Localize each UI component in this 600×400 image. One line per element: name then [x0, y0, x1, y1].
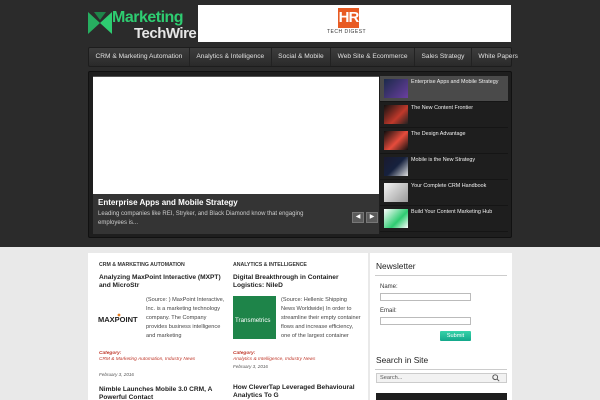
- category-heading: CRM & MARKETING AUTOMATION: [99, 262, 185, 268]
- thumb-image: [384, 131, 408, 150]
- post-title[interactable]: Analyzing MaxPoint Interactive (MXPT) an…: [99, 274, 224, 290]
- slider-thumb[interactable]: Your Complete CRM Handbook: [380, 180, 508, 206]
- email-label: Email:: [380, 308, 397, 314]
- thumb-label: Your Complete CRM Handbook: [411, 183, 487, 189]
- search-heading: Search in Site: [376, 355, 429, 365]
- slider-thumb[interactable]: Enterprise Apps and Mobile Strategy: [380, 76, 508, 102]
- post-title[interactable]: Nimble Launches Mobile 3.0 CRM, A Powerf…: [99, 386, 224, 400]
- thumb-label: Build Your Content Marketing Hub: [411, 209, 493, 215]
- post-categories[interactable]: Analytics & Intelligence, Industry News: [233, 357, 315, 362]
- sidebar-widget-preview: [376, 393, 507, 400]
- email-field[interactable]: [380, 317, 471, 325]
- logo-mark-icon: [88, 12, 112, 34]
- post-categories[interactable]: CRM & Marketing Automation, Industry New…: [99, 357, 195, 362]
- post-title[interactable]: Digital Breakthrough in Container Logist…: [233, 274, 358, 290]
- slide-image[interactable]: Enterprise Apps and Mobile Strategy Lead…: [93, 76, 379, 234]
- slider-thumb[interactable]: Build Your Content Marketing Hub: [380, 206, 508, 232]
- post-thumbnail[interactable]: MAXPOINT: [98, 296, 141, 339]
- maxpoint-logo-icon: MAXPOINT: [98, 313, 138, 324]
- banner-subtitle: TECH DIGEST: [327, 29, 367, 35]
- post-date: February 3, 2016: [99, 372, 134, 377]
- nav-analytics-intelligence[interactable]: Analytics & Intelligence: [190, 48, 272, 66]
- nav-social-mobile[interactable]: Social & Mobile: [272, 48, 332, 66]
- logo-line2: TechWire: [134, 25, 197, 42]
- newsletter-heading: Newsletter: [376, 261, 416, 271]
- search-icon[interactable]: [492, 374, 500, 382]
- thumb-image: [384, 79, 408, 98]
- featured-slider: Enterprise Apps and Mobile Strategy Lead…: [88, 71, 512, 238]
- post-category-label: Category:: [233, 351, 256, 356]
- category-columns: CRM & MARKETING AUTOMATION Analyzing Max…: [88, 253, 368, 400]
- thumb-label: Enterprise Apps and Mobile Strategy: [411, 79, 499, 85]
- slider-thumb[interactable]: Mobile is the New Strategy: [380, 154, 508, 180]
- nav-white-papers[interactable]: White Papers: [472, 48, 525, 66]
- post-excerpt: (Source: ) MaxPoint Interactive, Inc. is…: [146, 297, 225, 339]
- nav-crm-marketing-automation[interactable]: CRM & Marketing Automation: [89, 48, 190, 66]
- thumb-image: [384, 209, 408, 228]
- category-heading: ANALYTICS & INTELLIGENCE: [233, 262, 307, 268]
- thumb-image: [384, 157, 408, 176]
- nav-sales-strategy[interactable]: Sales Strategy: [415, 48, 472, 66]
- maxpoint-logo-text: MAXPOINT: [98, 315, 138, 324]
- banner-ad[interactable]: HR TECH DIGEST: [198, 5, 511, 42]
- name-label: Name:: [380, 284, 398, 290]
- divider: [375, 275, 507, 276]
- search-input[interactable]: Search...: [376, 373, 507, 383]
- slide-title[interactable]: Enterprise Apps and Mobile Strategy: [98, 198, 238, 207]
- nav-web-site-ecommerce[interactable]: Web Site & Ecommerce: [331, 48, 415, 66]
- post-date: February 3, 2016: [233, 364, 268, 369]
- slide-caption: Enterprise Apps and Mobile Strategy Lead…: [93, 194, 379, 234]
- transmetrics-logo-icon: Transmetrics: [235, 317, 271, 324]
- slide-description: Leading companies like REI, Stryker, and…: [98, 211, 304, 226]
- post-thumbnail[interactable]: Transmetrics: [233, 296, 276, 339]
- slider-next-button[interactable]: ▶: [366, 212, 378, 223]
- transmetrics-logo-text: Transmetrics: [235, 317, 271, 324]
- post-category-label: Category:: [99, 351, 122, 356]
- thumb-label: The New Content Frontier: [411, 105, 474, 111]
- sidebar: Newsletter Name: Email: Submit Search in…: [370, 253, 512, 400]
- banner-mark: HR: [338, 8, 359, 28]
- slider-thumb[interactable]: The New Content Frontier: [380, 102, 508, 128]
- divider: [375, 369, 507, 370]
- post-excerpt: (Source: Hellenic Shipping News Worldwid…: [281, 297, 361, 339]
- thumb-image: [384, 105, 408, 124]
- thumb-label: The Design Advantage: [411, 131, 466, 137]
- thumb-label: Mobile is the New Strategy: [411, 157, 476, 163]
- site-logo[interactable]: Marketing TechWire: [88, 8, 197, 42]
- main-nav: CRM & Marketing Automation Analytics & I…: [88, 47, 518, 67]
- slider-prev-button[interactable]: ◀: [352, 212, 364, 223]
- thumb-image: [384, 183, 408, 202]
- submit-button[interactable]: Submit: [440, 331, 471, 341]
- slider-thumbnails: Enterprise Apps and Mobile Strategy The …: [380, 76, 508, 234]
- slider-thumb[interactable]: The Design Advantage: [380, 128, 508, 154]
- content-area: CRM & MARKETING AUTOMATION Analyzing Max…: [0, 247, 600, 400]
- post-title[interactable]: How CleverTap Leveraged Behavioural Anal…: [233, 384, 363, 400]
- name-field[interactable]: [380, 293, 471, 301]
